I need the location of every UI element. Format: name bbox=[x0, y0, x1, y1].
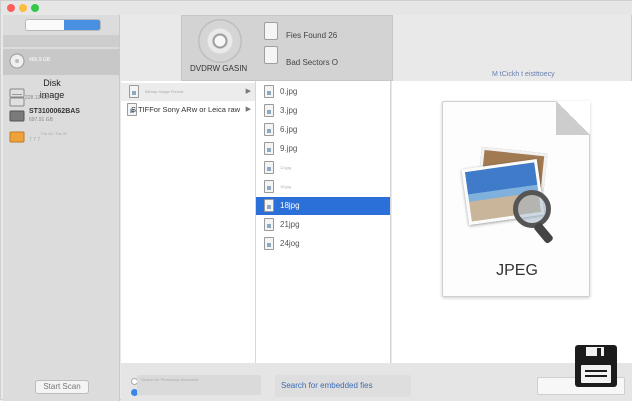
files-found-count: Fies Found 26 bbox=[286, 31, 338, 40]
chevron-right-icon: ▶ bbox=[245, 88, 251, 95]
optical-disc-icon bbox=[198, 19, 242, 63]
file-type-column: Bitmap Image Format ▶ S TIFFor Sony ARw … bbox=[121, 81, 256, 363]
file-icon bbox=[264, 123, 274, 136]
file-icon bbox=[264, 199, 274, 212]
preview-hint: M tCickh t eistttoecy bbox=[492, 71, 555, 78]
file-list-column: 0.jpg 3.jpg 6.jpg 9.jpg 12.jpg 15.jpg 18jpg 21j… bbox=[256, 81, 391, 363]
sidebar-item-st-drive[interactable]: ST3100062BAS 697.91 GB bbox=[3, 108, 119, 123]
file-type-label: JPEG bbox=[496, 262, 538, 279]
file-name: 21jpg bbox=[280, 220, 300, 229]
file-type-label: Bitmap Image Format bbox=[145, 89, 184, 94]
magnifier-handle bbox=[532, 221, 555, 245]
search-embedded-button[interactable]: Search for embedded fies bbox=[275, 375, 411, 397]
file-icon bbox=[264, 161, 274, 174]
file-row[interactable]: 15.jpg bbox=[256, 178, 390, 196]
volume-icon bbox=[9, 131, 25, 143]
drive-size: 465.9 GB bbox=[29, 57, 51, 63]
damaged-file-icon bbox=[264, 46, 278, 64]
file-row[interactable]: 21jpg bbox=[256, 216, 390, 234]
file-row[interactable]: 0.jpg bbox=[256, 83, 390, 101]
file-name: 0.jpg bbox=[280, 87, 298, 96]
file-row[interactable]: 18jpg bbox=[256, 197, 390, 215]
floppy-shutter bbox=[584, 345, 606, 358]
file-row[interactable]: 9.jpg bbox=[256, 140, 390, 158]
volume-size: 7 7 7 bbox=[29, 137, 41, 143]
minimize-window-button[interactable] bbox=[19, 4, 27, 12]
file-name: 3.jpg bbox=[280, 106, 298, 115]
list-item[interactable]: Bitmap Image Format ▶ bbox=[121, 83, 255, 101]
search-option-box: Search for Photoshop document bbox=[137, 375, 261, 395]
floppy-disk-icon[interactable] bbox=[575, 345, 617, 387]
search-option-label: Search for Photoshop document bbox=[141, 377, 199, 382]
file-row[interactable]: 6.jpg bbox=[256, 121, 390, 139]
file-name: 24jog bbox=[280, 239, 300, 248]
file-icon bbox=[264, 142, 274, 155]
file-icon bbox=[129, 85, 139, 98]
magnifier-icon bbox=[513, 190, 551, 228]
main-window: 465.9 GB Disk image 228.12 GB ST3100062B… bbox=[0, 0, 632, 401]
bottom-toolbar: Search for Photoshop document Search for… bbox=[121, 363, 632, 401]
file-name: 6.jpg bbox=[280, 125, 298, 134]
title-bar bbox=[1, 1, 632, 15]
volume-label: DVDRW GASIN bbox=[190, 64, 248, 73]
list-item[interactable]: S TIFFor Sony ARw or Leica raw ▶ bbox=[121, 101, 255, 119]
drive-name: ST3100062BAS bbox=[29, 108, 80, 115]
file-icon bbox=[264, 180, 274, 193]
start-scan-button[interactable]: Start Scan bbox=[35, 380, 89, 394]
cd-drive-icon bbox=[9, 53, 25, 69]
hard-drive-icon bbox=[9, 110, 25, 122]
file-row[interactable]: 3.jpg bbox=[256, 102, 390, 120]
preview-pane: M tCickh t eistttoecy JPEG bbox=[392, 71, 632, 363]
page-fold bbox=[556, 101, 590, 135]
file-icon bbox=[264, 218, 274, 231]
search-embedded-label: Search for embedded fies bbox=[281, 381, 373, 390]
close-window-button[interactable] bbox=[7, 4, 15, 12]
file-row[interactable]: 24jog bbox=[256, 235, 390, 253]
sidebar-item-volume[interactable]: 7 7 7 bbox=[3, 127, 119, 149]
file-row[interactable]: 12.jpg bbox=[256, 159, 390, 177]
chevron-right-icon: ▶ bbox=[245, 106, 251, 113]
segment-left[interactable] bbox=[26, 20, 64, 30]
file-icon bbox=[264, 104, 274, 117]
file-name: 9.jpg bbox=[280, 144, 298, 153]
file-name: 12.jpg bbox=[280, 165, 291, 170]
file-icon bbox=[264, 85, 274, 98]
drive-size: 228.12 GB bbox=[25, 95, 49, 101]
sidebar-item-optical-drive[interactable]: 465.9 GB bbox=[3, 49, 119, 75]
segment-right[interactable] bbox=[64, 20, 100, 30]
scan-summary-panel: DVDRW GASIN Fies Found 26 Bad Sectors O bbox=[181, 15, 393, 81]
sidebar-header bbox=[3, 35, 119, 47]
file-type-label: S TIFFor Sony ARw or Leica raw bbox=[131, 105, 241, 114]
file-name: 18jpg bbox=[280, 201, 300, 210]
file-icon bbox=[264, 237, 274, 250]
floppy-label bbox=[581, 365, 611, 383]
bad-sectors-count: Bad Sectors O bbox=[286, 58, 339, 67]
jpeg-document-icon: JPEG bbox=[442, 101, 590, 297]
file-name: 15.jpg bbox=[280, 184, 291, 189]
sidebar: 465.9 GB Disk image 228.12 GB ST3100062B… bbox=[3, 15, 120, 401]
zoom-window-button[interactable] bbox=[31, 4, 39, 12]
drive-size: 697.91 GB bbox=[29, 117, 53, 123]
file-icon bbox=[264, 22, 278, 40]
view-segmented-control[interactable] bbox=[25, 19, 101, 31]
